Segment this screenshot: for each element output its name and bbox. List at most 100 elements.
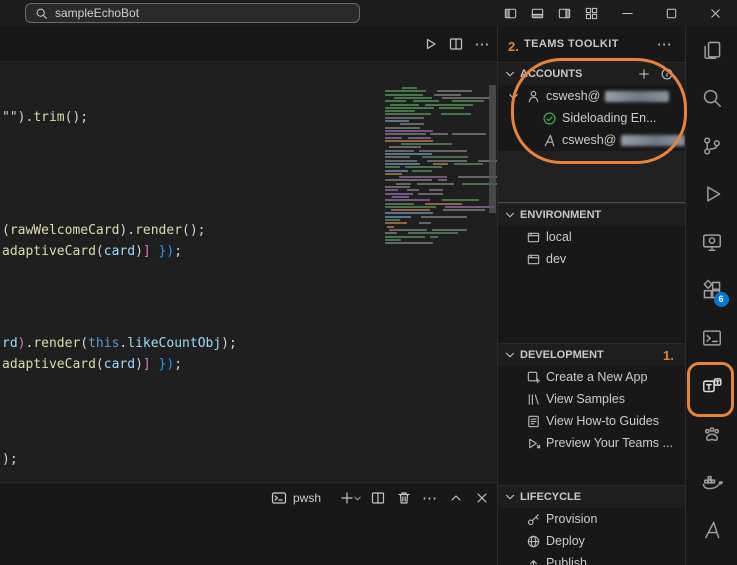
add-icon[interactable] [637,67,651,81]
activity-item-teams-toolkit[interactable] [686,362,737,410]
development-item[interactable]: View How-to Guides [498,410,685,432]
samples-icon [526,392,541,407]
info-icon[interactable] [660,67,674,81]
lifecycle-item[interactable]: Deploy [498,530,685,552]
maximize-panel-button[interactable] [443,486,468,510]
section-header-development[interactable]: DEVELOPMENT [498,343,685,366]
lifecycle-item[interactable]: Publish [498,552,685,565]
split-terminal-button[interactable] [365,486,390,510]
development-item[interactable]: View Samples [498,388,685,410]
check-icon [542,111,557,126]
command-center[interactable]: sampleEchoBot [25,3,360,23]
section-header-accounts[interactable]: ACCOUNTS [498,62,685,85]
kill-terminal-button[interactable] [391,486,416,510]
close-icon [708,6,723,21]
activity-item-source-control[interactable] [686,122,737,170]
maximize-icon [664,6,679,21]
new-app-icon [526,370,541,385]
chevron-up-icon [448,490,464,506]
toggle-sidebar-button[interactable] [497,0,524,26]
split-editor-icon [448,36,464,52]
search-icon [701,87,723,109]
item-label: Preview Your Teams ... [546,436,673,450]
chevron-down-icon [352,493,363,504]
section-header-lifecycle[interactable]: LIFECYCLE [498,485,685,508]
accounts-item[interactable]: cswesh@ [498,129,685,151]
section-body-spacer [498,454,685,485]
minimize-icon [620,6,635,21]
guides-icon [526,414,541,429]
close-panel-button[interactable] [469,486,494,510]
toggle-panel-button[interactable] [524,0,551,26]
activity-item-remote-explorer[interactable] [686,218,737,266]
terminal-more-actions[interactable]: ⋯ [417,486,442,510]
env-icon [526,252,541,267]
activity-item-extensions[interactable]: 6 [686,266,737,314]
close-panel-icon [474,490,490,506]
sidebar-more-actions[interactable]: ⋯ [657,35,672,53]
minimize-button[interactable] [605,0,649,26]
azure-a-icon [542,133,557,148]
development-item[interactable]: Preview Your Teams ... [498,432,685,454]
section-label: ACCOUNTS [520,68,583,80]
activity-item-explorer[interactable] [686,26,737,74]
section-header-environment[interactable]: ENVIRONMENT [498,203,685,226]
item-label: Sideloading En... [562,111,657,125]
activity-item-terminal-panel[interactable] [686,314,737,362]
activity-item-azure[interactable] [686,506,737,554]
environment-item[interactable]: dev [498,248,685,270]
editor-more-actions[interactable]: ⋯ [469,31,495,57]
item-label: View How-to Guides [546,414,660,428]
code-line: "").trim(); [2,110,89,125]
code-line: adaptiveCard(card)] }); [2,357,183,372]
activity-item-run-debug[interactable] [686,170,737,218]
section-label: DEVELOPMENT [520,349,604,361]
item-label: cswesh@ [562,133,617,147]
activity-item-docker[interactable] [686,458,737,506]
chevron-down-icon [503,208,517,222]
activity-item-paw[interactable] [686,410,737,458]
explorer-icon [701,39,723,61]
section-label: ENVIRONMENT [520,209,602,221]
lifecycle-item[interactable]: Provision [498,508,685,530]
layout-grid-icon [584,6,599,21]
sidebar-sections: ACCOUNTS cswesh@ Sideloading En... cswesh@ E… [498,62,685,565]
code-editor[interactable]: "").trim(); (rawWelcomeCard).render(); ada… [0,62,497,482]
code-line: rd).render(this.likeCountObj); [2,336,237,351]
run-file-button[interactable] [417,31,443,57]
provision-icon [526,512,541,527]
terminal-profile-dropdown[interactable] [351,486,364,510]
code-line: ); [2,452,18,467]
play-icon [422,36,438,52]
source-control-icon [701,135,723,157]
terminal-panel-icon [701,327,723,349]
terminal-tab-pwsh[interactable]: pwsh [271,490,321,506]
terminal-shell-label: pwsh [292,491,321,505]
editor-tab-bar: ⋯ [0,26,497,62]
publish-icon [526,556,541,565]
minimap[interactable] [383,85,497,249]
item-label: local [546,230,572,244]
environment-item[interactable]: local [498,226,685,248]
deploy-icon [526,534,541,549]
accounts-item[interactable]: cswesh@ [498,85,685,107]
accounts-item[interactable]: Sideloading En... [498,107,685,129]
maximize-button[interactable] [649,0,693,26]
redacted-account-text [621,134,685,146]
close-button[interactable] [693,0,737,26]
development-item[interactable]: Create a New App [498,366,685,388]
chevron-down-icon [503,67,517,81]
editor-scrollbar[interactable] [489,85,496,213]
activity-bar: 6 [685,26,737,565]
trash-icon [396,490,412,506]
customize-layout-button[interactable] [578,0,605,26]
split-editor-button[interactable] [443,31,469,57]
remote-explorer-icon [701,231,723,253]
activity-item-search[interactable] [686,74,737,122]
pwsh-terminal-icon [271,490,287,506]
run-debug-icon [701,183,723,205]
toggle-secondary-sidebar-button[interactable] [551,0,578,26]
vscode-window: sampleEchoBot ⋯ "").trim(); (rawWelcomeCa… [0,0,737,565]
paw-icon [701,423,723,445]
teams-toolkit-sidebar: TEAMS TOOLKIT ⋯ ACCOUNTS cswesh@ Sideloadi… [497,26,685,565]
